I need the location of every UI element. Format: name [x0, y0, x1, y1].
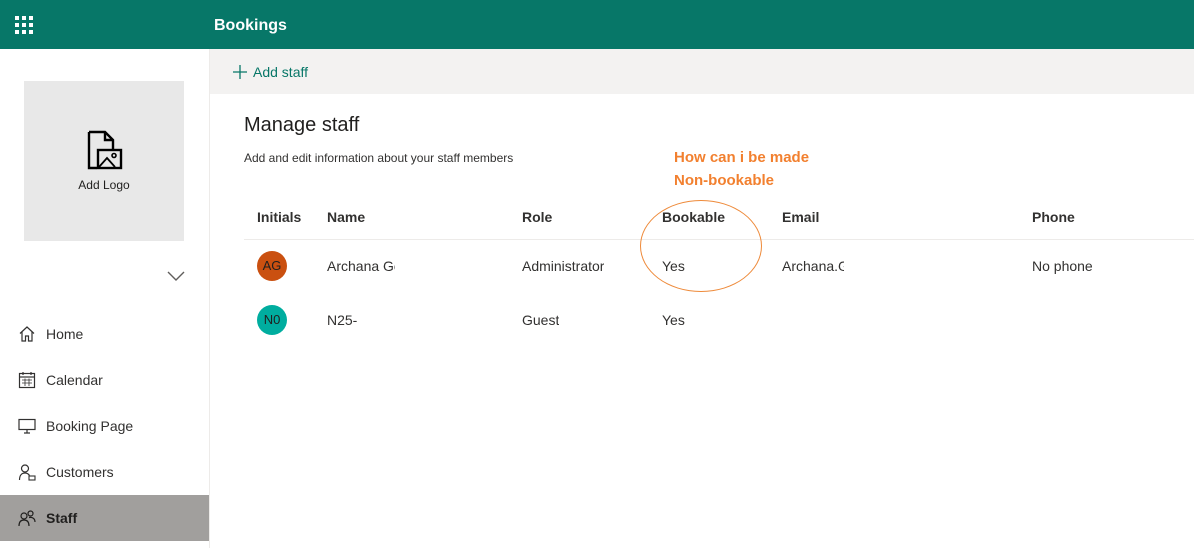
sidebar-item-label: Calendar [46, 372, 103, 388]
staff-role: Administrator [522, 258, 605, 274]
column-header-role[interactable]: Role [522, 209, 552, 225]
sidebar-item-calendar[interactable]: Calendar [0, 357, 209, 403]
app-title[interactable]: Bookings [214, 0, 287, 49]
add-logo-label: Add Logo [78, 178, 130, 192]
sidebar-item-customers[interactable]: Customers [0, 449, 209, 495]
monitor-icon [18, 418, 36, 434]
top-bar: Bookings [0, 0, 1194, 49]
column-header-initials[interactable]: Initials [257, 209, 301, 225]
sidebar: Add Logo Home Calendar Booking Page Cust… [0, 49, 210, 548]
annotation-line: Non-bookable [674, 172, 774, 189]
annotation-line: How can i be made [674, 149, 810, 166]
sidebar-item-label: Customers [46, 464, 114, 480]
sidebar-item-label: Staff [46, 510, 78, 526]
sidebar-item-label: Home [46, 326, 84, 342]
staff-role: Guest [522, 312, 560, 328]
staff-bookable: Yes [662, 312, 685, 328]
page-subtitle: Add and edit information about your staf… [244, 151, 514, 165]
add-staff-button[interactable]: Add staff [232, 49, 308, 94]
column-header-name[interactable]: Name [327, 209, 365, 225]
avatar: N0 [257, 305, 287, 335]
image-file-icon [87, 130, 123, 170]
page-title: Manage staff [244, 114, 360, 136]
staff-email: Archana.G [782, 258, 844, 274]
table-row[interactable]: N0 N25- Guest Yes [244, 293, 1194, 347]
chevron-down-icon[interactable] [166, 269, 186, 283]
customer-icon [18, 464, 36, 481]
sidebar-item-home[interactable]: Home [0, 311, 209, 357]
annotation-circle [640, 200, 762, 292]
command-bar: Add staff [210, 49, 1194, 94]
add-logo-button[interactable]: Add Logo [24, 81, 184, 241]
staff-icon [18, 510, 36, 527]
sidebar-item-label: Booking Page [46, 418, 134, 434]
calendar-icon [18, 372, 36, 389]
column-header-phone[interactable]: Phone [1032, 209, 1075, 225]
staff-name: N25- [327, 312, 358, 328]
annotation-text: How can i be made Non-bookable [674, 146, 809, 192]
sidebar-item-staff[interactable]: Staff [0, 495, 209, 541]
waffle-icon[interactable] [0, 0, 48, 49]
add-staff-label: Add staff [253, 63, 309, 80]
staff-phone: No phone [1032, 258, 1093, 274]
sidebar-item-booking-page[interactable]: Booking Page [0, 403, 209, 449]
plus-icon [233, 64, 247, 79]
home-icon [19, 326, 35, 342]
staff-name: Archana Ge [327, 258, 395, 274]
column-header-email[interactable]: Email [782, 209, 819, 225]
avatar: AG [257, 251, 287, 281]
